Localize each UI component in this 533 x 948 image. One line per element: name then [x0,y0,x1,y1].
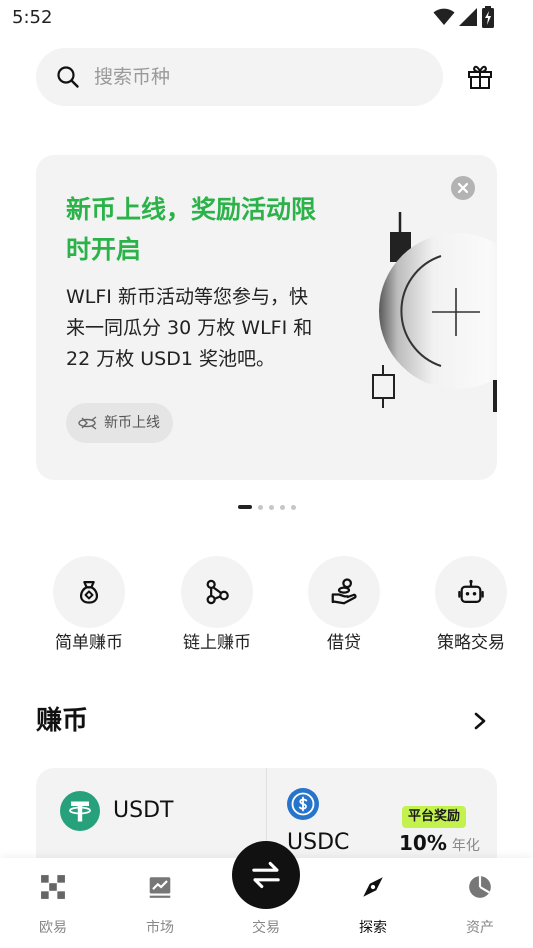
usdt-logo-icon [60,791,100,831]
carousel-dot-active[interactable] [237,505,252,509]
apr-label: 年化 [451,838,480,854]
apr-display: 10% 年化 [399,831,480,855]
search-bar[interactable] [36,48,443,106]
quick-action-icon-bg [53,556,125,628]
nav-item-market[interactable]: 市场 [120,858,200,948]
carousel-dot[interactable] [257,504,263,510]
promo-banner[interactable]: 新币上线，奖励活动限 时开启 WLFI 新币活动等您参与，快 来一同瓜分 30 … [36,155,497,480]
trade-button[interactable] [232,841,300,909]
swap-arrows-icon [252,861,280,889]
nav-label: 市场 [146,920,174,936]
chevron-right-icon[interactable] [470,711,490,731]
quick-action-icon-bg [308,556,380,628]
banner-body-line: 22 万枚 USD1 奖池吧。 [66,348,275,370]
carousel-dot[interactable] [268,504,274,510]
compass-icon [363,877,383,897]
banner-title-line: 时开启 [66,235,142,264]
hand-coins-icon [331,578,357,605]
banner-body-line: WLFI 新币活动等您参与，快 [66,286,308,308]
quick-action-loan[interactable]: 借贷 [284,556,404,656]
usdc-symbol: USDC [287,830,350,855]
okx-logo-icon [41,875,65,899]
banner-body: WLFI 新币活动等您参与，快 来一同瓜分 30 万枚 WLFI 和 22 万枚… [66,282,312,375]
nav-label: 欧易 [39,920,67,936]
nav-label: 探索 [359,920,387,936]
battery-icon [482,6,494,28]
quick-action-label: 借贷 [327,633,361,653]
market-chart-icon [149,877,171,898]
banner-body-line: 来一同瓜分 30 万枚 WLFI 和 [66,317,313,339]
banner-title: 新币上线，奖励活动限 时开启 [66,190,316,270]
signal-icon [459,8,477,26]
status-icons [433,6,495,28]
status-time: 5:52 [12,7,53,28]
nav-item-explore[interactable]: 探索 [333,858,413,948]
search-icon [57,66,79,88]
usdt-symbol: USDT [113,798,174,823]
apr-value: 10% [399,831,447,855]
nav-item-assets[interactable]: 资产 [440,858,520,948]
carousel-dot[interactable] [279,504,285,510]
close-icon[interactable] [451,176,475,200]
rocket-icon [78,416,97,430]
quick-action-label: 策略交易 [437,633,505,653]
quick-action-strategy-trading[interactable]: 策略交易 [411,556,531,656]
carousel-dot[interactable] [290,504,296,510]
banner-title-line: 新币上线，奖励活动限 [66,195,317,224]
gift-icon[interactable] [466,63,494,91]
nav-label: 资产 [466,920,494,936]
nodes-icon [206,579,229,605]
platform-reward-badge: 平台奖励 [402,806,467,828]
banner-tag[interactable]: 新币上线 [66,403,173,443]
money-bag-icon [79,580,99,604]
banner-tag-label: 新币上线 [104,415,160,431]
earn-section-title: 赚币 [36,706,89,736]
usdc-logo-icon [287,788,319,820]
quick-action-onchain-earn[interactable]: 链上赚币 [157,556,277,656]
quick-action-icon-bg [181,556,253,628]
carousel-indicator [0,504,533,510]
wifi-icon [433,8,455,25]
quick-action-label: 简单赚币 [55,633,123,653]
quick-action-icon-bg [435,556,507,628]
quick-action-simple-earn[interactable]: 简单赚币 [29,556,149,656]
nav-item-okx[interactable]: 欧易 [13,858,93,948]
nav-label: 交易 [252,920,280,936]
quick-action-label: 链上赚币 [183,633,251,653]
search-input[interactable] [94,60,424,94]
pie-chart-icon [469,876,491,898]
robot-icon [458,579,484,604]
